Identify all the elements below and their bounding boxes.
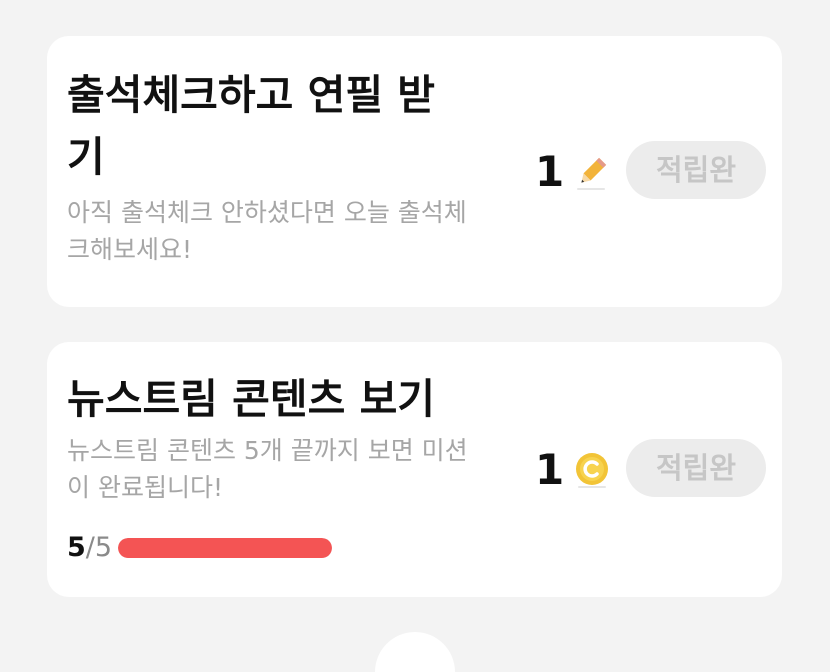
mission-reward: 1	[535, 446, 610, 494]
mission-reward: 1	[535, 148, 610, 196]
mission-card-newstream[interactable]: 뉴스트림 콘텐츠 보기 뉴스트림 콘텐츠 5개 끝까지 보면 미션이 완료됩니다…	[47, 342, 782, 597]
mission-description: 아직 출석체크 안하셨다면 오늘 출석체크해보세요!	[67, 198, 467, 264]
status-badge[interactable]: 적립완	[626, 141, 766, 199]
mission-progress: 5 /5	[67, 532, 333, 563]
mission-description: 뉴스트림 콘텐츠 5개 끝까지 보면 미션이 완료됩니다!	[67, 436, 468, 502]
mission-title: 출석체크하고 연필 받기	[67, 71, 436, 181]
progress-bar	[118, 537, 333, 558]
floating-button-partial[interactable]	[375, 632, 455, 672]
mission-card-attendance[interactable]: 출석체크하고 연필 받기 아직 출석체크 안하셨다면 오늘 출석체크해보세요! …	[47, 36, 782, 307]
pencil-icon	[574, 154, 610, 190]
progress-total: /5	[85, 532, 113, 563]
progress-current: 5	[67, 532, 86, 563]
coin-icon	[574, 452, 610, 488]
reward-count: 1	[535, 445, 565, 494]
progress-bar-fill	[118, 537, 333, 558]
reward-count: 1	[535, 147, 565, 196]
mission-title: 뉴스트림 콘텐츠 보기	[67, 375, 436, 423]
status-badge[interactable]: 적립완	[626, 439, 766, 497]
